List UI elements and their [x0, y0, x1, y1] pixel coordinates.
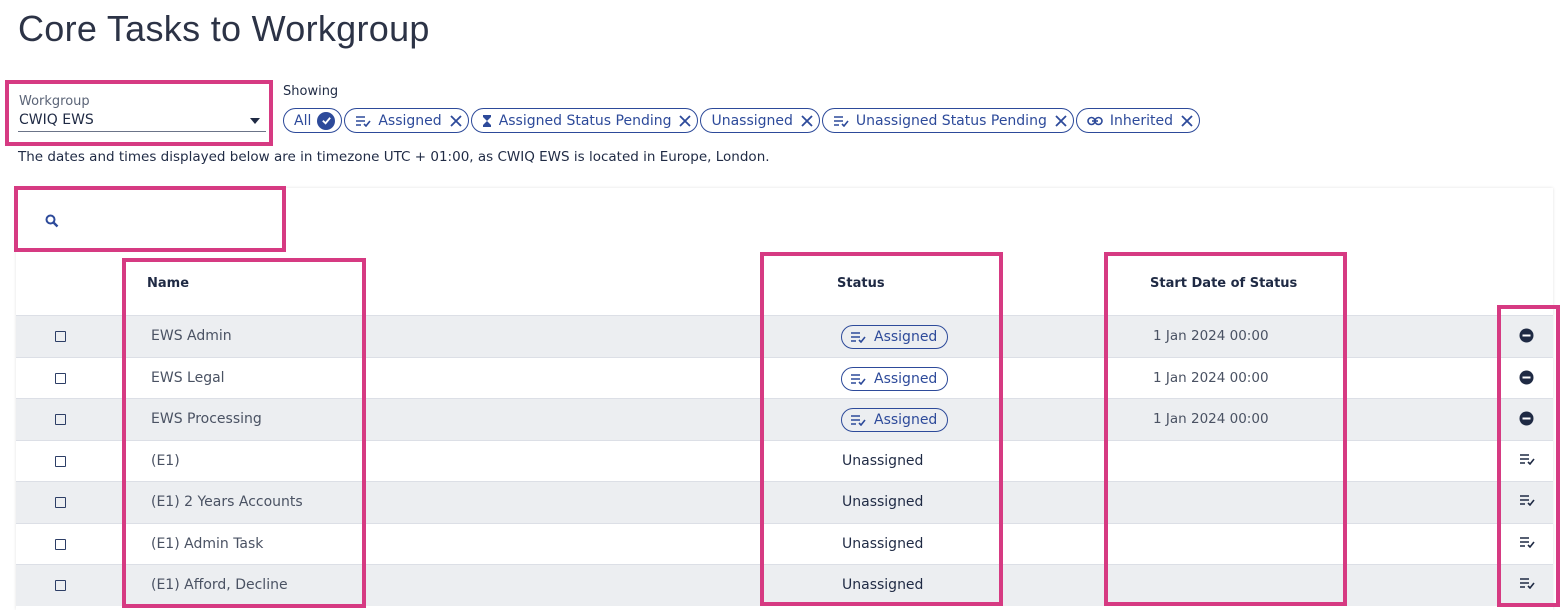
start-date: 1 Jan 2024 00:00	[1153, 411, 1269, 427]
close-icon[interactable]	[679, 114, 692, 127]
filter-chip-label: Assigned Status Pending	[498, 112, 672, 129]
filter-chip-label: Inherited	[1109, 112, 1173, 129]
search-icon	[45, 213, 59, 232]
close-icon[interactable]	[450, 114, 462, 127]
status-badge: Assigned	[841, 325, 949, 349]
status-label: Unassigned	[842, 577, 924, 593]
task-name: EWS Legal	[151, 369, 225, 386]
task-name: EWS Processing	[151, 411, 262, 427]
close-icon[interactable]	[1055, 114, 1067, 127]
close-icon[interactable]	[1181, 114, 1193, 127]
link-icon	[1087, 116, 1103, 126]
workgroup-label: Workgroup	[19, 94, 90, 109]
column-header-start-date[interactable]: Start Date of Status	[1150, 276, 1297, 291]
showing-label: Showing	[283, 84, 339, 99]
status-badge: Assigned	[841, 366, 949, 391]
close-icon[interactable]	[801, 114, 813, 127]
start-date: 1 Jan 2024 00:00	[1153, 328, 1269, 344]
filter-chip-label: Unassigned Status Pending	[855, 112, 1047, 129]
filter-chip-label: All	[294, 112, 312, 129]
task-name: (E1) Afford, Decline	[151, 577, 288, 593]
status-label: Assigned	[874, 370, 938, 387]
row-checkbox[interactable]	[55, 414, 66, 425]
filter-chip-unassigned-status-pending[interactable]: Unassigned Status Pending	[821, 108, 1074, 133]
filter-chip-inherited[interactable]: Inherited	[1075, 108, 1200, 133]
assign-list-icon[interactable]	[1519, 536, 1535, 548]
check-circle-icon	[317, 111, 336, 130]
assign-list-icon[interactable]	[1519, 494, 1535, 506]
task-name: EWS Admin	[151, 328, 232, 344]
filter-chip-label: Unassigned	[711, 112, 793, 129]
table-row[interactable]: EWS Legal Assigned 1 Jan 2024 00:00	[16, 356, 1553, 399]
assigned-list-icon	[833, 115, 849, 127]
assign-list-icon[interactable]	[1519, 577, 1535, 589]
row-checkbox[interactable]	[55, 497, 66, 508]
caret-down-icon[interactable]	[250, 118, 260, 124]
filter-chip-all[interactable]: All	[283, 108, 343, 133]
row-checkbox[interactable]	[55, 455, 66, 467]
table-row[interactable]: (E1) Admin Task Unassigned	[16, 522, 1553, 565]
assigned-list-icon	[355, 115, 371, 127]
status-label: Unassigned	[842, 494, 924, 510]
column-header-status[interactable]: Status	[837, 276, 885, 291]
assigned-list-icon	[850, 331, 866, 343]
assigned-list-icon	[850, 414, 866, 426]
search-input[interactable]	[45, 213, 265, 233]
status-label: Unassigned	[842, 535, 924, 552]
filter-chip-unassigned[interactable]: Unassigned	[700, 108, 820, 133]
workgroup-select[interactable]: Workgroup CWIQ EWS	[18, 92, 266, 134]
assigned-list-icon	[850, 373, 866, 385]
row-checkbox[interactable]	[55, 580, 66, 591]
table-row[interactable]: (E1) 2 Years Accounts Unassigned	[16, 481, 1553, 523]
row-checkbox[interactable]	[55, 372, 66, 384]
table-row[interactable]: (E1) Unassigned	[16, 439, 1553, 482]
status-label: Assigned	[874, 329, 938, 345]
start-date: 1 Jan 2024 00:00	[1153, 369, 1269, 386]
row-checkbox[interactable]	[55, 538, 66, 550]
select-underline	[18, 131, 266, 132]
workgroup-value: CWIQ EWS	[19, 112, 94, 128]
remove-circle-icon[interactable]	[1519, 370, 1534, 385]
task-name: (E1) Admin Task	[151, 535, 264, 552]
timezone-note: The dates and times displayed below are …	[18, 149, 770, 165]
filter-chip-label: Assigned	[378, 112, 442, 129]
remove-circle-icon[interactable]	[1519, 411, 1534, 426]
table-row[interactable]: (E1) Afford, Decline Unassigned	[16, 564, 1553, 606]
filter-chip-assigned-status-pending[interactable]: Assigned Status Pending	[470, 108, 699, 133]
column-header-name[interactable]: Name	[147, 276, 189, 291]
status-badge: Assigned	[841, 408, 949, 432]
remove-circle-icon[interactable]	[1519, 328, 1534, 343]
task-name: (E1) 2 Years Accounts	[151, 494, 303, 510]
status-label: Unassigned	[842, 452, 924, 469]
filter-chip-assigned[interactable]: Assigned	[344, 108, 469, 133]
filter-chips: All Assigned Assigned Status Pending Una…	[283, 108, 1200, 133]
status-label: Assigned	[874, 412, 938, 428]
table-row[interactable]: EWS Admin Assigned 1 Jan 2024 00:00	[16, 315, 1553, 357]
hourglass-icon	[482, 114, 492, 128]
row-checkbox[interactable]	[55, 331, 66, 342]
task-name: (E1)	[151, 452, 180, 469]
page-title: Core Tasks to Workgroup	[18, 8, 430, 49]
assign-list-icon[interactable]	[1519, 453, 1535, 465]
table-row[interactable]: EWS Processing Assigned 1 Jan 2024 00:00	[16, 398, 1553, 440]
